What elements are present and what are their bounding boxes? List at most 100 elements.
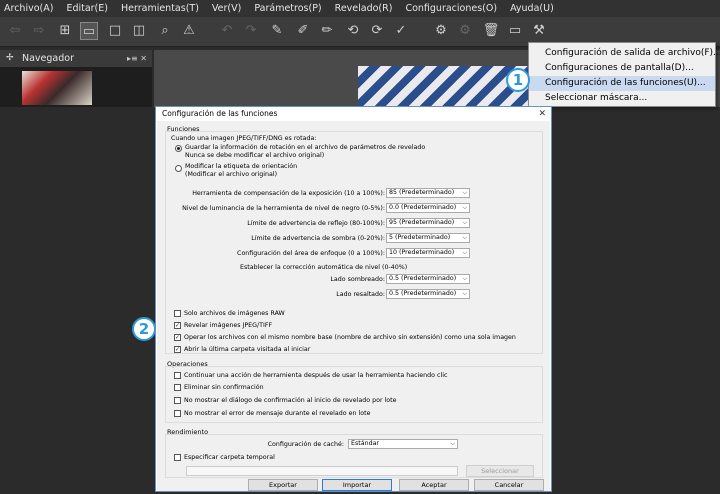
shadow-warning-label: Límite de advertencia de sombra (0-20%): bbox=[251, 235, 385, 242]
black-level-select[interactable]: 0.0 (Predeterminado) ⌵ bbox=[386, 203, 470, 213]
accept-button[interactable]: Aceptar bbox=[399, 479, 469, 491]
callout-1: 1 bbox=[506, 68, 530, 92]
temp-folder-checkbox[interactable] bbox=[174, 454, 181, 461]
exposure-select[interactable]: 85 (Predeterminado) ⌵ bbox=[386, 188, 470, 198]
menu-item-function-settings[interactable]: Configuración de las funciones(U)... bbox=[529, 76, 715, 91]
black-level-label: Nivel de luminancia de la herramienta de… bbox=[182, 205, 385, 212]
cancel-button[interactable]: Cancelar bbox=[474, 479, 544, 491]
monitor-icon[interactable]: ▭ bbox=[506, 22, 524, 40]
raw-only-checkbox[interactable] bbox=[174, 310, 181, 317]
temp-folder-path-field[interactable] bbox=[186, 466, 458, 476]
auto-level-label: Establecer la corrección automática de n… bbox=[240, 264, 408, 271]
close-icon[interactable]: ✕ bbox=[538, 107, 546, 121]
chevron-down-icon: ⌵ bbox=[462, 234, 467, 241]
dialog-body: Funciones Cuando una imagen JPEG/TIFF/DN… bbox=[157, 121, 550, 491]
delete-icon[interactable]: 🗑 bbox=[482, 22, 500, 40]
highlight-side-value: 0.5 (Predeterminado) bbox=[389, 290, 457, 297]
grid-view-icon[interactable]: ⊞ bbox=[56, 22, 74, 40]
menu-item-select-mask[interactable]: Seleccionar máscara... bbox=[529, 91, 715, 106]
redo-icon[interactable]: ↷ bbox=[242, 22, 260, 40]
highlight-warning-label: Límite de advertencia de reflejo (80-100… bbox=[247, 220, 385, 227]
dropper-icon[interactable]: ✎ bbox=[268, 22, 286, 40]
function-settings-dialog: Configuración de las funciones ✕ Funcion… bbox=[155, 106, 552, 492]
menu-ver[interactable]: Ver(V) bbox=[212, 3, 241, 14]
no-batch-confirm-checkbox[interactable] bbox=[174, 397, 181, 404]
cache-select[interactable]: Estándar ⌵ bbox=[348, 439, 458, 449]
menu-ayuda[interactable]: Ayuda(U) bbox=[510, 3, 554, 14]
filmstrip-view-icon[interactable]: ▭ bbox=[80, 22, 98, 40]
warning-icon[interactable]: ⚠ bbox=[180, 22, 198, 40]
delete-no-confirm-label: Eliminar sin confirmación bbox=[184, 384, 264, 391]
shadow-warning-select[interactable]: 5 (Predeterminado) ⌵ bbox=[386, 233, 470, 243]
rotate-left-icon[interactable]: ⟲ bbox=[344, 22, 362, 40]
menu-configuraciones[interactable]: Configuraciones(O) bbox=[405, 3, 497, 14]
radio-save-rotation[interactable] bbox=[175, 145, 182, 152]
last-folder-label: Abrir la última carpeta visitada al inic… bbox=[184, 346, 311, 353]
no-batch-error-checkbox[interactable] bbox=[174, 410, 181, 417]
delete-no-confirm-checkbox[interactable] bbox=[174, 384, 181, 391]
focus-area-select[interactable]: 10 (Predeterminado) ⌵ bbox=[386, 248, 470, 258]
cache-value: Estándar bbox=[351, 440, 380, 447]
preview-image bbox=[358, 66, 528, 107]
cache-label: Configuración de caché: bbox=[267, 441, 344, 448]
shadow-side-value: 0.5 (Predeterminado) bbox=[389, 275, 457, 282]
continue-action-checkbox[interactable] bbox=[174, 372, 181, 379]
zoom-icon[interactable]: ⌕ bbox=[156, 22, 174, 40]
radio1-line2: Nunca se debe modificar el archivo origi… bbox=[185, 152, 325, 159]
same-basename-checkbox[interactable]: ✓ bbox=[174, 334, 181, 341]
import-button[interactable]: Importar bbox=[322, 479, 392, 491]
no-batch-error-label: No mostrar el error de mensaje durante e… bbox=[184, 410, 371, 417]
shadow-side-label: Lado sombreado: bbox=[330, 276, 385, 283]
select-folder-button[interactable]: Seleccionar bbox=[466, 465, 534, 477]
dialog-title: Configuración de las funciones bbox=[162, 109, 278, 118]
menu-revelado[interactable]: Revelado(R) bbox=[335, 3, 393, 14]
batch-icon[interactable]: ⚙ bbox=[456, 22, 474, 40]
focus-area-label: Configuración del área de enfoque (0 a 1… bbox=[237, 250, 385, 257]
shadow-side-select[interactable]: 0.5 (Predeterminado) ⌵ bbox=[386, 274, 470, 284]
dropper2-icon[interactable]: ✐ bbox=[294, 22, 312, 40]
radio2-line2: (Modificar el archivo original) bbox=[185, 171, 278, 178]
black-level-value: 0.0 (Predeterminado) bbox=[389, 204, 457, 211]
focus-area-value: 10 (Predeterminado) bbox=[389, 249, 455, 256]
export-button[interactable]: Exportar bbox=[248, 479, 318, 491]
chevron-down-icon: ⌵ bbox=[462, 275, 467, 282]
no-batch-confirm-label: No mostrar el diálogo de confirmación al… bbox=[184, 397, 397, 404]
back-arrow-icon[interactable]: ⇦ bbox=[6, 22, 24, 40]
callout-2: 2 bbox=[132, 317, 156, 341]
chevron-down-icon: ⌵ bbox=[462, 204, 467, 211]
single-view-icon[interactable]: □ bbox=[106, 22, 124, 40]
dropper3-icon[interactable]: ✏ bbox=[318, 22, 336, 40]
shadow-warning-value: 5 (Predeterminado) bbox=[389, 234, 451, 241]
settings-tool-icon[interactable]: ⚒ bbox=[530, 22, 548, 40]
raw-only-label: Solo archivos de imágenes RAW bbox=[184, 310, 285, 317]
compare-view-icon[interactable]: ◫ bbox=[130, 22, 148, 40]
process-icon[interactable]: ⚙ bbox=[432, 22, 450, 40]
highlight-warning-value: 95 (Predeterminado) bbox=[389, 219, 455, 226]
navigator-panel bbox=[0, 67, 152, 107]
menu-archivo[interactable]: Archivo(A) bbox=[4, 3, 53, 14]
radio-modify-orientation[interactable] bbox=[175, 165, 182, 172]
chevron-down-icon: ⌵ bbox=[462, 249, 467, 256]
radio2-line1: Modificar la etiqueta de orientación bbox=[185, 163, 298, 170]
highlight-warning-select[interactable]: 95 (Predeterminado) ⌵ bbox=[386, 218, 470, 228]
navigator-controls[interactable]: ▸≡ ✕ bbox=[127, 50, 147, 67]
pin-icon[interactable]: ✢ bbox=[6, 50, 14, 67]
menu-item-output-settings[interactable]: Configuración de salida de archivo(F)... bbox=[529, 46, 720, 61]
menu-bar: Archivo(A) Editar(E) Herramientas(T) Ver… bbox=[0, 0, 720, 17]
reveal-jpeg-checkbox[interactable]: ✓ bbox=[174, 322, 181, 329]
checkbox-icon[interactable]: ✓ bbox=[392, 22, 410, 40]
same-basename-label: Operar los archivos con el mismo nombre … bbox=[184, 334, 516, 341]
navigator-thumbnail[interactable] bbox=[22, 71, 92, 105]
exposure-value: 85 (Predeterminado) bbox=[389, 189, 455, 196]
menu-parametros[interactable]: Parámetros(P) bbox=[254, 3, 321, 14]
menu-item-display-settings[interactable]: Configuraciones de pantalla(D)... bbox=[529, 61, 715, 76]
highlight-side-select[interactable]: 0.5 (Predeterminado) ⌵ bbox=[386, 289, 470, 299]
rotate-right-icon[interactable]: ⟳ bbox=[368, 22, 386, 40]
rotation-label: Cuando una imagen JPEG/TIFF/DNG es rotad… bbox=[171, 135, 317, 142]
menu-editar[interactable]: Editar(E) bbox=[66, 3, 108, 14]
navigator-header: ✢ Navegador ▸≡ ✕ bbox=[0, 50, 152, 67]
last-folder-checkbox[interactable]: ✓ bbox=[174, 346, 181, 353]
undo-icon[interactable]: ↶ bbox=[218, 22, 236, 40]
forward-arrow-icon[interactable]: ⇨ bbox=[30, 22, 48, 40]
menu-herramientas[interactable]: Herramientas(T) bbox=[121, 3, 199, 14]
